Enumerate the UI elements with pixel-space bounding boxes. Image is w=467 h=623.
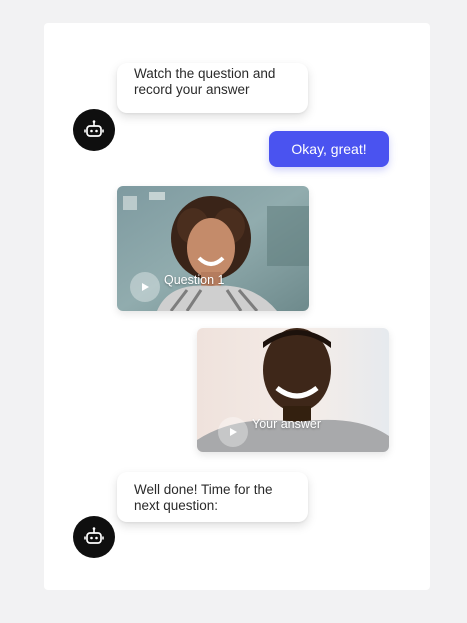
- robot-icon: [84, 527, 104, 544]
- question-video[interactable]: Question 1: [117, 186, 309, 311]
- play-icon: [230, 428, 237, 436]
- bot-message-text: Watch the question and record your answe…: [134, 66, 276, 97]
- answer-video-label: Your answer: [252, 417, 322, 431]
- robot-icon: [84, 120, 104, 137]
- bot-message-text: Well done! Time for the next question:: [134, 482, 273, 513]
- play-button[interactable]: [130, 272, 160, 302]
- play-button[interactable]: [218, 417, 248, 447]
- bot-message-bubble: Watch the question and record your answe…: [117, 63, 308, 113]
- answer-video[interactable]: Your answer: [197, 328, 389, 452]
- question-video-label: Question 1: [164, 273, 225, 287]
- user-reply-bubble: Okay, great!: [269, 131, 389, 167]
- play-icon: [142, 283, 149, 291]
- user-reply-text: Okay, great!: [291, 141, 367, 157]
- bot-avatar: [73, 516, 115, 558]
- bot-message-bubble: Well done! Time for the next question:: [117, 472, 308, 522]
- bot-avatar: [73, 109, 115, 151]
